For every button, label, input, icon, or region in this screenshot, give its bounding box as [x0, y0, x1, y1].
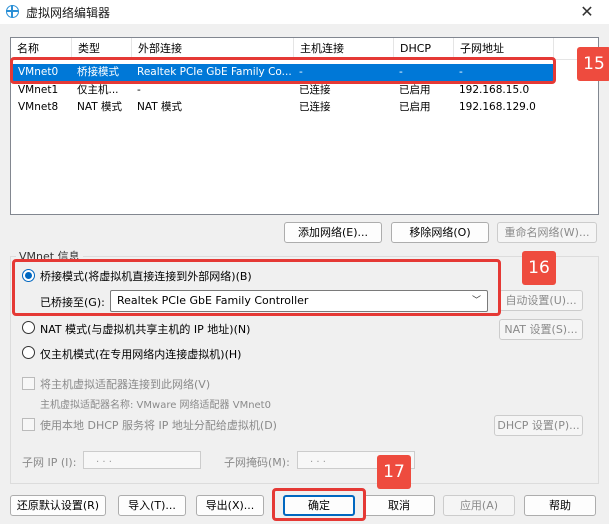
table-row-vmnet1[interactable]: VMnet1 仅主机... - 已连接 已启用 192.168.15.0	[13, 82, 555, 99]
cell-external: -	[137, 84, 141, 96]
annotation-highlight-bridged	[12, 259, 501, 316]
connect-host-adapter-label[interactable]: 将主机虚拟适配器连接到此网络(V)	[40, 376, 210, 392]
close-button[interactable]: ✕	[567, 0, 607, 24]
cell-type: 仅主机...	[77, 84, 119, 96]
cell-name: VMnet1	[18, 84, 59, 96]
subnet-mask-label: 子网掩码(M):	[224, 456, 290, 469]
nat-mode-label[interactable]: NAT 模式(与虚拟机共享主机的 IP 地址)(N)	[40, 321, 250, 337]
cell-subnet: 192.168.129.0	[459, 101, 536, 113]
export-button[interactable]: 导出(X)...	[196, 495, 264, 516]
cell-dhcp: 已启用	[399, 101, 431, 113]
subnet-ip-label: 子网 IP (I):	[22, 456, 77, 469]
apply-button[interactable]: 应用(A)	[443, 495, 515, 516]
annotation-badge-17: 17	[377, 455, 411, 489]
cell-name: VMnet8	[18, 101, 59, 113]
title-bar: 虚拟网络编辑器 ✕	[0, 0, 609, 24]
restore-defaults-button[interactable]: 还原默认设置(R)	[10, 495, 106, 516]
host-only-label[interactable]: 仅主机模式(在专用网络内连接虚拟机)(H)	[40, 346, 241, 362]
remove-network-button[interactable]: 移除网络(O)	[391, 222, 489, 243]
host-only-radio[interactable]	[22, 346, 35, 359]
annotation-badge-16: 16	[522, 251, 556, 285]
table-row-vmnet8[interactable]: VMnet8 NAT 模式 NAT 模式 已连接 已启用 192.168.129…	[13, 99, 555, 116]
auto-settings-button[interactable]: 自动设置(U)...	[499, 290, 583, 311]
cancel-button[interactable]: 取消	[363, 495, 435, 516]
annotation-badge-15: 15	[577, 47, 609, 81]
cell-external: NAT 模式	[137, 101, 182, 113]
host-adapter-name: 主机虚拟适配器名称: VMware 网络适配器 VMnet0	[40, 400, 271, 411]
cell-dhcp: 已启用	[399, 84, 431, 96]
annotation-highlight-row	[10, 57, 556, 84]
use-dhcp-label[interactable]: 使用本地 DHCP 服务将 IP 地址分配给虚拟机(D)	[40, 417, 277, 433]
cell-type: NAT 模式	[77, 101, 122, 113]
import-button[interactable]: 导入(T)...	[118, 495, 186, 516]
vmware-globe-icon	[6, 5, 19, 18]
cell-host: 已连接	[299, 84, 331, 96]
subnet-ip-input[interactable]: . . .	[83, 451, 201, 469]
cell-subnet: 192.168.15.0	[459, 84, 530, 96]
nat-settings-button[interactable]: NAT 设置(S)...	[499, 319, 583, 340]
help-button[interactable]: 帮助	[524, 495, 596, 516]
rename-network-button[interactable]: 重命名网络(W)...	[497, 222, 597, 243]
cell-host: 已连接	[299, 101, 331, 113]
annotation-highlight-ok	[272, 488, 366, 521]
nat-mode-radio[interactable]	[22, 321, 35, 334]
use-dhcp-checkbox[interactable]	[22, 418, 35, 431]
connect-host-adapter-checkbox[interactable]	[22, 377, 35, 390]
window-title: 虚拟网络编辑器	[26, 6, 111, 20]
add-network-button[interactable]: 添加网络(E)...	[284, 222, 382, 243]
dhcp-settings-button[interactable]: DHCP 设置(P)...	[494, 415, 583, 436]
